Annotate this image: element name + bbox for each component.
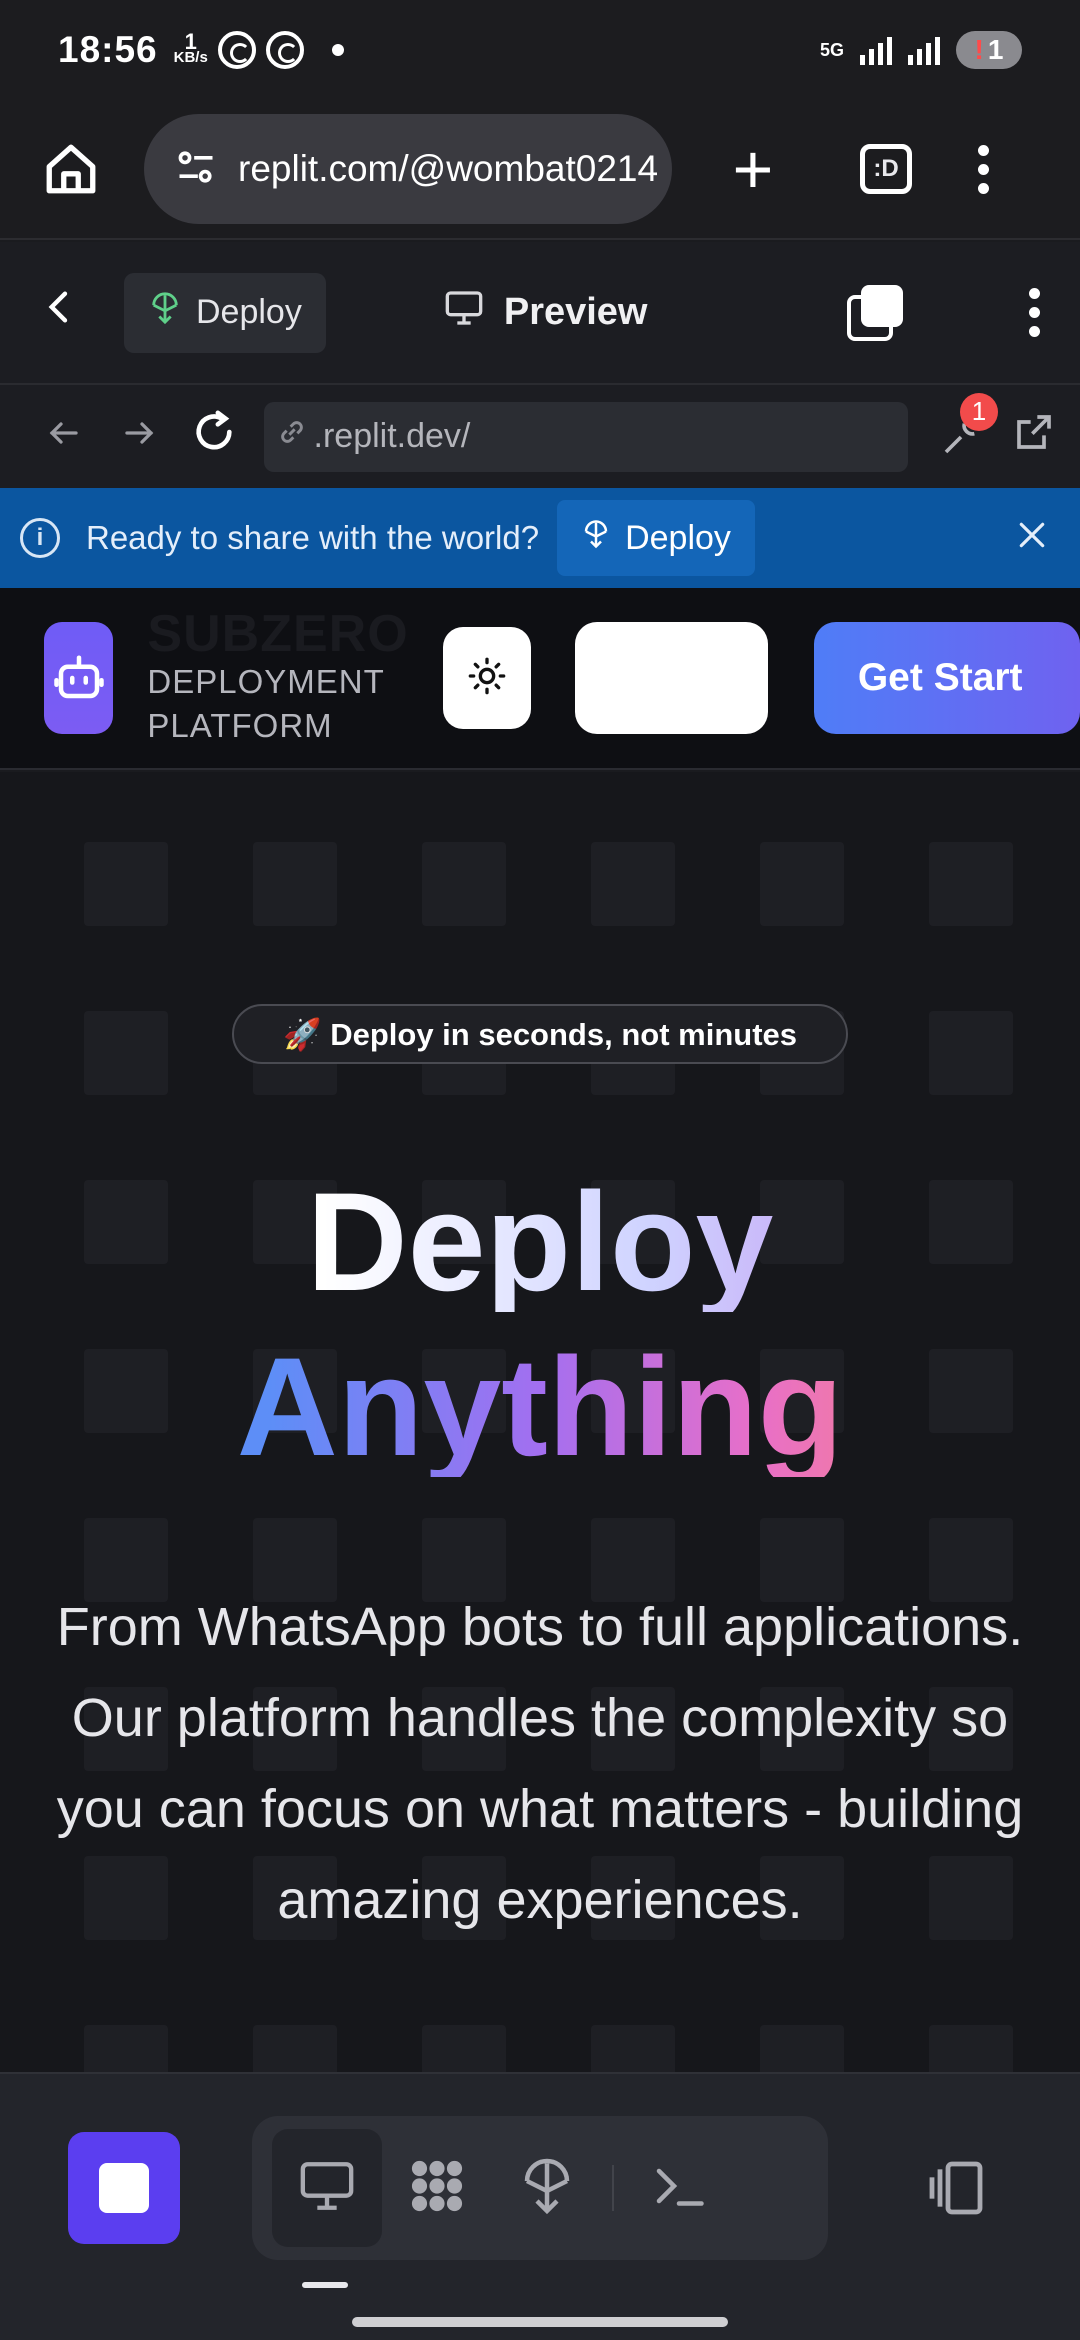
hero-description: From WhatsApp bots to full applications.… xyxy=(56,1597,1024,1930)
deploy-banner: i Ready to share with the world? Deploy xyxy=(0,488,1080,588)
gesture-home-indicator xyxy=(352,2317,728,2327)
back-icon[interactable] xyxy=(40,285,110,340)
deploy-tab[interactable]: Deploy xyxy=(124,272,326,353)
more-icon[interactable] xyxy=(1029,288,1040,337)
banner-deploy-label: Deploy xyxy=(625,518,731,557)
webview-address-text: .replit.dev/ xyxy=(313,417,471,455)
webview-nav: .replit.dev/ 1 xyxy=(0,385,1080,488)
brand-subtitle-1: DEPLOYMENT xyxy=(147,663,385,700)
signal-icon xyxy=(908,35,940,65)
grid-square xyxy=(84,2025,168,2072)
preview-tool-button[interactable] xyxy=(272,2129,382,2247)
more-icon[interactable] xyxy=(978,144,989,194)
url-bar[interactable]: replit.com/@wombat0214 xyxy=(144,114,672,224)
monitor-icon xyxy=(442,288,486,338)
banner-deploy-button[interactable]: Deploy xyxy=(557,500,755,576)
arrow-right-icon[interactable] xyxy=(101,413,176,461)
signal-icon xyxy=(860,35,892,65)
theme-toggle-button[interactable] xyxy=(442,627,532,729)
active-tab-indicator xyxy=(302,2282,348,2288)
tool-separator xyxy=(612,2165,614,2211)
grid-square xyxy=(929,2025,1013,2072)
site-settings-icon[interactable] xyxy=(174,145,218,194)
get-started-button[interactable]: Get Start xyxy=(813,622,1080,734)
deploy-icon xyxy=(148,291,182,334)
network-speed: 1 KB/s xyxy=(173,29,208,66)
grid-square xyxy=(929,842,1013,926)
grid-square xyxy=(929,1011,1013,1095)
site-navbar: SUBZERO DEPLOYMENT PLATFORM Get Start xyxy=(0,588,1080,770)
url-text[interactable]: replit.com/@wombat0214 xyxy=(238,148,658,190)
tagline-pill: 🚀 Deploy in seconds, not minutes xyxy=(232,1004,848,1064)
shell-icon xyxy=(649,2156,709,2221)
whatsapp-icon xyxy=(217,31,256,69)
hero-title-line2: Anything xyxy=(0,1337,1080,1477)
brand-subtitle-2: PLATFORM xyxy=(147,707,333,744)
status-time: 18:56 xyxy=(58,29,158,70)
notification-dot xyxy=(331,44,344,56)
replit-header: Deploy Preview xyxy=(0,242,1080,385)
sun-icon xyxy=(467,656,507,701)
plus-icon[interactable]: + xyxy=(720,134,786,204)
replit-bottom-bar xyxy=(0,2072,1080,2340)
grid-square xyxy=(84,842,168,926)
brand[interactable]: SUBZERO DEPLOYMENT PLATFORM xyxy=(147,608,408,748)
browser-toolbar: replit.com/@wombat0214 + :D xyxy=(0,100,1080,240)
arrow-left-icon[interactable] xyxy=(26,413,101,461)
brand-name: SUBZERO xyxy=(147,605,409,663)
deploy-icon xyxy=(517,2154,577,2223)
deploy-tool-button[interactable] xyxy=(492,2129,602,2247)
tool-group xyxy=(252,2116,828,2260)
duplicate-icon[interactable] xyxy=(847,284,903,341)
grid-square xyxy=(760,2025,844,2072)
webview-address[interactable]: .replit.dev/ xyxy=(263,401,909,472)
apps-icon xyxy=(402,2151,472,2226)
wrench-badge: 1 xyxy=(960,392,998,431)
robot-icon[interactable] xyxy=(44,622,114,734)
tab-switcher-icon[interactable]: :D xyxy=(860,144,912,194)
battery-indicator: ! 1 xyxy=(956,31,1022,69)
whatsapp-icon xyxy=(265,31,304,69)
grid-square xyxy=(591,2025,675,2072)
deploy-icon xyxy=(581,519,611,558)
external-link-icon[interactable] xyxy=(1014,412,1054,462)
grid-square xyxy=(84,1011,168,1095)
link-icon xyxy=(276,416,308,457)
grid-square xyxy=(422,842,506,926)
deploy-tab-label: Deploy xyxy=(196,293,302,331)
grid-square xyxy=(760,842,844,926)
shell-tool-button[interactable] xyxy=(624,2129,734,2247)
wrench-icon[interactable]: 1 xyxy=(932,392,998,467)
close-icon[interactable] xyxy=(1016,516,1060,561)
panels-icon[interactable] xyxy=(920,2156,992,2225)
banner-text: Ready to share with the world? xyxy=(86,519,540,556)
hero-title-line1: Deploy xyxy=(0,1172,1080,1312)
grid-square xyxy=(253,842,337,926)
info-icon: i xyxy=(20,518,60,558)
reload-icon[interactable] xyxy=(176,409,251,465)
stop-button[interactable] xyxy=(68,2132,180,2244)
blank-nav-button[interactable] xyxy=(575,622,768,734)
home-icon[interactable] xyxy=(38,136,104,202)
grid-square xyxy=(591,842,675,926)
stop-icon xyxy=(99,2163,149,2213)
grid-square xyxy=(253,2025,337,2072)
hero-section: 🚀 Deploy in seconds, not minutes Deploy … xyxy=(0,772,1080,2072)
status-bar: 18:56 1 KB/s 5G ! 1 xyxy=(0,0,1080,100)
preview-tab[interactable]: Preview xyxy=(442,288,648,338)
apps-tool-button[interactable] xyxy=(382,2129,492,2247)
grid-square xyxy=(422,2025,506,2072)
preview-tab-label: Preview xyxy=(503,291,648,333)
network-type: 5G xyxy=(819,40,844,60)
monitor-icon xyxy=(295,2157,359,2220)
